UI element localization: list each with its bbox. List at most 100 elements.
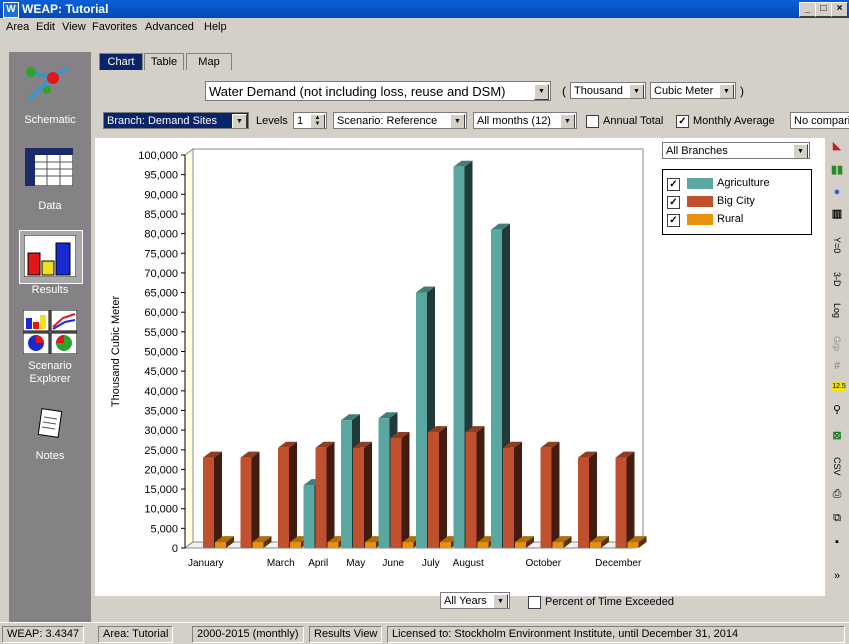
chevron-down-icon: ▼ [534, 84, 549, 100]
tab-table[interactable]: Table [144, 53, 184, 70]
legend-item-rural[interactable]: ✓ Rural [667, 212, 807, 228]
results-chart-icon [24, 235, 76, 277]
bar-agriculture [378, 418, 390, 548]
legend-item-agriculture[interactable]: ✓ Agriculture [667, 176, 807, 192]
legend-label-agriculture: Agriculture [717, 177, 770, 189]
bar-big-city [465, 432, 477, 548]
bar-rural [327, 542, 339, 548]
bar-side [214, 451, 222, 548]
status-area: Area: Tutorial [98, 626, 174, 643]
y-tick-label: 65,000 [144, 288, 178, 300]
save-icon[interactable]: ▪ [829, 534, 845, 550]
maximize-button[interactable]: □ [815, 2, 832, 17]
menu-edit[interactable]: Edit [36, 21, 55, 33]
bar-big-city [615, 457, 627, 548]
bar-big-city [503, 447, 514, 548]
copy-icon[interactable]: ⧉ [829, 510, 845, 526]
menu-view[interactable]: View [62, 21, 86, 33]
years-select[interactable]: All Years ▼ [440, 592, 510, 609]
y-tick-label: 15,000 [144, 484, 178, 496]
x-tick-label: May [346, 558, 365, 569]
bar-big-city [203, 457, 214, 548]
branch-filter-select[interactable]: All Branches ▼ [662, 142, 810, 159]
bar-agriculture [453, 166, 465, 549]
sidebar-label-notes: Notes [35, 450, 65, 462]
menu-advanced[interactable]: Advanced [145, 21, 194, 33]
y-tick-label: 40,000 [144, 386, 178, 398]
close-button[interactable]: × [831, 2, 848, 17]
print-icon[interactable]: ⎙ [829, 486, 845, 502]
grid-icon[interactable]: # [829, 358, 845, 374]
schematic-icon [26, 66, 68, 102]
y-tick-label: 5,000 [150, 523, 178, 535]
more-icon[interactable]: » [829, 568, 845, 584]
sidebar-item-notes[interactable]: Notes [9, 408, 91, 478]
y-tick-label: 30,000 [144, 425, 178, 437]
unit-scale-select[interactable]: Thousand ▼ [570, 82, 646, 99]
bar-side [326, 441, 335, 548]
y-tick-label: 70,000 [144, 268, 178, 280]
sidebar-item-scenario-explorer[interactable]: Scenario Explorer [9, 308, 91, 398]
y-zero-toggle[interactable]: Y=0 [829, 230, 845, 260]
legend-checkbox-rural[interactable]: ✓ [667, 214, 680, 227]
excel-icon[interactable]: ⊠ [829, 428, 845, 444]
bar-big-city [315, 447, 327, 548]
legend-item-big-city[interactable]: ✓ Big City [667, 194, 807, 210]
y-tick-label: 80,000 [144, 229, 178, 241]
annual-total-checkbox[interactable] [586, 115, 599, 128]
log-toggle[interactable]: Log [829, 298, 845, 324]
scenario-select[interactable]: Scenario: Reference ▼ [333, 112, 467, 129]
csv-export[interactable]: CSV [829, 454, 845, 478]
sidebar-item-data[interactable]: Data [9, 142, 91, 214]
unit-select[interactable]: Cubic Meter ▼ [650, 82, 736, 99]
y-tick-label: 60,000 [144, 307, 178, 319]
comparison-select[interactable]: No comparis [790, 112, 849, 129]
chart-type-icon[interactable]: ▮▮ [829, 162, 845, 178]
y-tick-label: 90,000 [144, 189, 178, 201]
months-select[interactable]: All months (12) ▼ [473, 112, 577, 129]
bar-side [514, 441, 522, 548]
3d-toggle[interactable]: 3-D [829, 266, 845, 292]
branch-filter-value: All Branches [666, 145, 728, 157]
bar-big-city [428, 432, 439, 548]
menu-favorites[interactable]: Favorites [92, 21, 137, 33]
y-tick-label: 100,000 [138, 150, 178, 162]
legend-checkbox-agriculture[interactable]: ✓ [667, 178, 680, 191]
sidebar-label-scenario-explorer: Scenario Explorer [28, 360, 72, 385]
monthly-average-checkbox[interactable]: ✓ [676, 115, 689, 128]
bar-chart-icon[interactable]: ◣ [829, 138, 845, 154]
status-version: WEAP: 3.4347 [2, 626, 85, 643]
tab-map[interactable]: Map [186, 53, 232, 70]
app-icon: W [3, 2, 19, 18]
menu-area[interactable]: Area [6, 21, 29, 33]
group-toggle[interactable]: Grp [829, 332, 845, 356]
y-tick-label: 45,000 [144, 366, 178, 378]
palette-icon[interactable]: ● [829, 184, 845, 200]
percent-exceeded-checkbox[interactable] [528, 596, 541, 609]
value-label-icon[interactable]: 12.5 [832, 382, 846, 392]
levels-value: 1 [297, 115, 304, 127]
levels-spinner[interactable]: 1 ▲ ▼ [293, 112, 327, 129]
menu-help[interactable]: Help [204, 21, 227, 33]
minimize-button[interactable]: _ [799, 2, 816, 17]
legend-swatch-agriculture [687, 178, 713, 189]
tab-chart[interactable]: Chart [99, 53, 143, 70]
columns-icon[interactable]: ▥ [829, 206, 845, 222]
bar-rural [252, 542, 264, 548]
sidebar-item-schematic[interactable]: Schematic [9, 52, 91, 130]
branch-select[interactable]: Branch: Demand Sites ▼ [103, 112, 249, 129]
y-tick-label: 20,000 [144, 464, 178, 476]
zoom-icon[interactable]: ⚲ [829, 402, 845, 418]
status-bar: WEAP: 3.4347 Area: Tutorial 2000-2015 (m… [0, 622, 849, 644]
chevron-down-icon: ▼ [450, 114, 465, 128]
notes-icon [37, 408, 63, 438]
variable-select[interactable]: Water Demand (not including loss, reuse … [205, 81, 551, 101]
bar-rural [477, 542, 489, 548]
monthly-average-label: Monthly Average [693, 115, 775, 127]
unit-value: Cubic Meter [654, 85, 714, 97]
bar-big-city [540, 447, 552, 548]
bar-rural [627, 542, 639, 548]
bar-rural [590, 542, 601, 548]
sidebar-item-results[interactable] [19, 230, 83, 284]
legend-checkbox-big-city[interactable]: ✓ [667, 196, 680, 209]
